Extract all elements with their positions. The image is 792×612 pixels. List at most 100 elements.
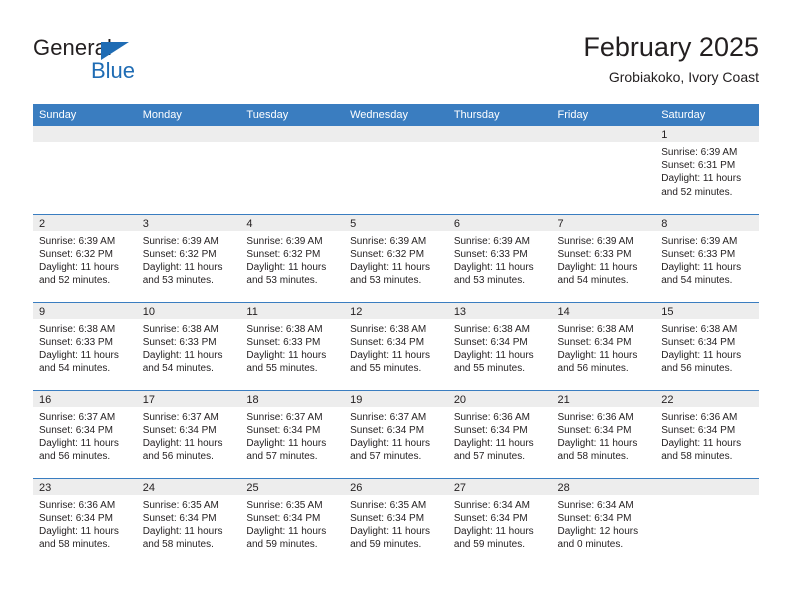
weekday-header-monday: Monday	[136, 104, 241, 126]
day-number: 10	[136, 302, 241, 319]
calendar-day-cell[interactable]: 16 Sunrise: 6:37 AM Sunset: 6:34 PM Dayligh…	[33, 389, 137, 478]
calendar-cell-empty[interactable]	[655, 477, 759, 566]
calendar-day-cell[interactable]: 22 Sunrise: 6:36 AM Sunset: 6:34 PM Dayligh…	[655, 389, 759, 478]
calendar-day-cell[interactable]: 21 Sunrise: 6:36 AM Sunset: 6:34 PM Dayligh…	[551, 389, 656, 478]
calendar-day-cell[interactable]: 18 Sunrise: 6:37 AM Sunset: 6:34 PM Dayligh…	[240, 389, 345, 478]
calendar-cell-empty[interactable]	[33, 126, 137, 214]
calendar-day-cell[interactable]: 15 Sunrise: 6:38 AM Sunset: 6:34 PM Dayligh…	[655, 301, 759, 390]
day-details: Sunrise: 6:38 AM Sunset: 6:33 PM Daylight:…	[137, 319, 241, 376]
calendar-day-cell[interactable]: 12 Sunrise: 6:38 AM Sunset: 6:34 PM Dayligh…	[344, 301, 448, 390]
sunset-text: Sunset: 6:33 PM	[39, 336, 113, 348]
sunrise-text: Sunrise: 6:38 AM	[246, 323, 323, 335]
daylight-text: Daylight: 11 hours and 55 minutes.	[453, 349, 534, 375]
calendar-day-cell[interactable]: 17 Sunrise: 6:37 AM Sunset: 6:34 PM Dayligh…	[136, 389, 241, 478]
daylight-text: Daylight: 11 hours and 57 minutes.	[350, 437, 430, 463]
calendar-week-row: 9 Sunrise: 6:38 AM Sunset: 6:33 PM Daylight…	[33, 301, 759, 390]
calendar-day-cell[interactable]: 25 Sunrise: 6:35 AM Sunset: 6:34 PM Dayligh…	[240, 477, 345, 566]
calendar-day-cell[interactable]: 13 Sunrise: 6:38 AM Sunset: 6:34 PM Dayligh…	[447, 301, 552, 390]
calendar-day-cell[interactable]: 14 Sunrise: 6:38 AM Sunset: 6:34 PM Dayligh…	[551, 301, 656, 390]
sunset-text: Sunset: 6:34 PM	[453, 424, 528, 436]
day-number	[344, 126, 448, 142]
day-details: Sunrise: 6:39 AM Sunset: 6:33 PM Daylight:…	[655, 231, 759, 288]
calendar-page: General Blue February 2025 Grobiakoko, I…	[0, 0, 792, 612]
daylight-text: Daylight: 11 hours and 55 minutes.	[246, 349, 327, 375]
day-details: Sunrise: 6:39 AM Sunset: 6:32 PM Daylight:…	[33, 231, 137, 288]
sunset-text: Sunset: 6:34 PM	[557, 336, 632, 348]
daylight-text: Daylight: 11 hours and 55 minutes.	[350, 349, 430, 375]
day-number: 3	[136, 214, 241, 231]
sunset-text: Sunset: 6:33 PM	[453, 248, 528, 260]
calendar-week-row: 23 Sunrise: 6:36 AM Sunset: 6:34 PM Dayligh…	[33, 477, 759, 566]
sunset-text: Sunset: 6:33 PM	[246, 336, 321, 348]
sunrise-text: Sunrise: 6:35 AM	[142, 499, 219, 511]
daylight-text: Daylight: 11 hours and 58 minutes.	[39, 525, 119, 551]
sunset-text: Sunset: 6:34 PM	[246, 512, 321, 524]
calendar-day-cell[interactable]: 19 Sunrise: 6:37 AM Sunset: 6:34 PM Dayligh…	[344, 389, 448, 478]
calendar-cell-empty[interactable]	[344, 126, 448, 214]
sunrise-text: Sunrise: 6:39 AM	[661, 147, 738, 158]
daylight-text: Daylight: 11 hours and 54 minutes.	[557, 261, 638, 287]
calendar-cell-empty[interactable]	[240, 126, 345, 214]
calendar-day-cell[interactable]: 20 Sunrise: 6:36 AM Sunset: 6:34 PM Dayligh…	[447, 389, 552, 478]
sunset-text: Sunset: 6:33 PM	[661, 248, 736, 260]
day-details: Sunrise: 6:38 AM Sunset: 6:34 PM Daylight:…	[448, 319, 552, 376]
daylight-text: Daylight: 11 hours and 58 minutes.	[661, 437, 742, 463]
daylight-text: Daylight: 11 hours and 57 minutes.	[453, 437, 534, 463]
sunset-text: Sunset: 6:34 PM	[661, 336, 736, 348]
sunrise-text: Sunrise: 6:39 AM	[453, 235, 530, 247]
day-number: 7	[551, 214, 656, 231]
sunset-text: Sunset: 6:31 PM	[661, 160, 736, 172]
calendar-day-cell[interactable]: 27 Sunrise: 6:34 AM Sunset: 6:34 PM Dayligh…	[447, 477, 552, 566]
calendar-day-cell[interactable]: 2 Sunrise: 6:39 AM Sunset: 6:32 PM Daylight…	[33, 213, 137, 302]
calendar-day-cell[interactable]: 9 Sunrise: 6:38 AM Sunset: 6:33 PM Daylight…	[33, 301, 137, 390]
calendar-table: Sunday Monday Tuesday Wednesday Thursday…	[33, 104, 759, 566]
daylight-text: Daylight: 11 hours and 59 minutes.	[350, 525, 430, 551]
calendar-day-cell[interactable]: 7 Sunrise: 6:39 AM Sunset: 6:33 PM Daylight…	[551, 213, 656, 302]
weekday-header-tuesday: Tuesday	[240, 104, 345, 126]
sunrise-text: Sunrise: 6:39 AM	[557, 235, 634, 247]
calendar-day-cell[interactable]: 23 Sunrise: 6:36 AM Sunset: 6:34 PM Dayligh…	[33, 477, 137, 566]
sunrise-text: Sunrise: 6:36 AM	[661, 411, 738, 423]
calendar-day-cell[interactable]: 8 Sunrise: 6:39 AM Sunset: 6:33 PM Daylight…	[655, 213, 759, 302]
calendar-day-cell[interactable]: 26 Sunrise: 6:35 AM Sunset: 6:34 PM Dayligh…	[344, 477, 448, 566]
calendar-day-cell[interactable]: 10 Sunrise: 6:38 AM Sunset: 6:33 PM Dayligh…	[136, 301, 241, 390]
day-details: Sunrise: 6:39 AM Sunset: 6:33 PM Daylight:…	[552, 231, 656, 288]
daylight-text: Daylight: 11 hours and 56 minutes.	[661, 349, 742, 375]
day-number: 24	[136, 478, 241, 495]
day-details: Sunrise: 6:36 AM Sunset: 6:34 PM Daylight:…	[552, 407, 656, 464]
daylight-text: Daylight: 11 hours and 53 minutes.	[453, 261, 534, 287]
day-details: Sunrise: 6:39 AM Sunset: 6:32 PM Daylight:…	[240, 231, 344, 288]
day-number: 13	[447, 302, 552, 319]
daylight-text: Daylight: 11 hours and 53 minutes.	[350, 261, 430, 287]
calendar-day-cell[interactable]: 11 Sunrise: 6:38 AM Sunset: 6:33 PM Dayligh…	[240, 301, 345, 390]
day-number: 14	[551, 302, 656, 319]
daylight-text: Daylight: 11 hours and 52 minutes.	[39, 261, 119, 287]
calendar-cell-empty[interactable]	[551, 126, 656, 214]
calendar-day-cell[interactable]: 1 Sunrise: 6:39 AM Sunset: 6:31 PM Daylight…	[655, 126, 759, 214]
calendar-day-cell[interactable]: 4 Sunrise: 6:39 AM Sunset: 6:32 PM Daylight…	[240, 213, 345, 302]
day-number: 17	[136, 390, 241, 407]
sunrise-text: Sunrise: 6:38 AM	[39, 323, 116, 335]
sunrise-text: Sunrise: 6:38 AM	[142, 323, 219, 335]
calendar-day-cell[interactable]: 5 Sunrise: 6:39 AM Sunset: 6:32 PM Daylight…	[344, 213, 448, 302]
daylight-text: Daylight: 11 hours and 54 minutes.	[142, 349, 223, 375]
calendar-day-cell[interactable]: 3 Sunrise: 6:39 AM Sunset: 6:32 PM Daylight…	[136, 213, 241, 302]
day-number	[551, 126, 656, 142]
sunrise-text: Sunrise: 6:39 AM	[661, 235, 738, 247]
day-number: 26	[344, 478, 448, 495]
calendar-week-row: 1 Sunrise: 6:39 AM Sunset: 6:31 PM Daylight…	[33, 126, 759, 214]
sunrise-text: Sunrise: 6:39 AM	[39, 235, 116, 247]
calendar-day-cell[interactable]: 28 Sunrise: 6:34 AM Sunset: 6:34 PM Dayligh…	[551, 477, 656, 566]
sunrise-text: Sunrise: 6:34 AM	[557, 499, 634, 511]
calendar-day-cell[interactable]: 6 Sunrise: 6:39 AM Sunset: 6:33 PM Daylight…	[447, 213, 552, 302]
calendar-day-cell[interactable]: 24 Sunrise: 6:35 AM Sunset: 6:34 PM Dayligh…	[136, 477, 241, 566]
sunset-text: Sunset: 6:34 PM	[350, 512, 425, 524]
day-details: Sunrise: 6:37 AM Sunset: 6:34 PM Daylight:…	[33, 407, 137, 464]
calendar-cell-empty[interactable]	[136, 126, 241, 214]
sunset-text: Sunset: 6:32 PM	[142, 248, 217, 260]
daylight-text: Daylight: 11 hours and 56 minutes.	[39, 437, 119, 463]
sunset-text: Sunset: 6:34 PM	[453, 336, 528, 348]
calendar-cell-empty[interactable]	[447, 126, 552, 214]
sunset-text: Sunset: 6:34 PM	[246, 424, 321, 436]
day-details: Sunrise: 6:35 AM Sunset: 6:34 PM Daylight:…	[240, 495, 344, 552]
